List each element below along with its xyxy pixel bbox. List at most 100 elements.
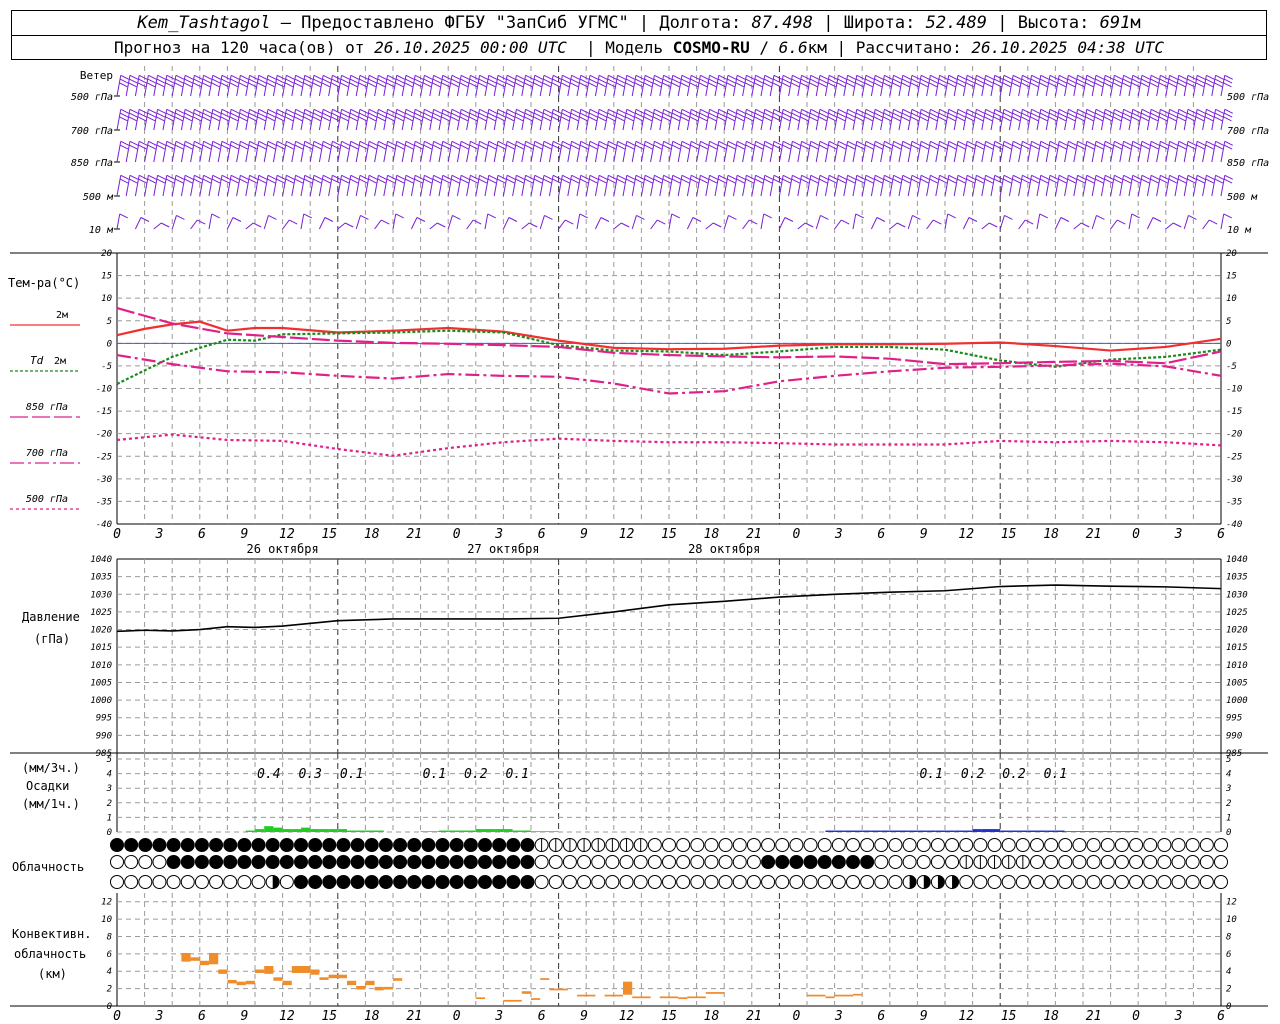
wind-barb-flag [846, 112, 856, 118]
wind-barb-flag [773, 112, 782, 118]
wind-barb-flag [249, 108, 258, 114]
wind-barb-flag [376, 82, 386, 88]
wind-barb-flag [580, 174, 589, 180]
cloud-cover-symbol [930, 838, 945, 852]
temp-ytick: -20 [96, 430, 112, 440]
precip-bar [328, 829, 338, 832]
cloud-cover-symbol [647, 855, 662, 869]
wind-barb-flag [836, 116, 846, 122]
wind-barb-flag [487, 144, 497, 150]
convective-cloud-bar [199, 960, 209, 966]
cloud-circle [562, 875, 577, 889]
wind-barb-flag [800, 112, 810, 118]
wind-barb-flag [257, 112, 267, 118]
wind-barb-flag [321, 82, 331, 88]
wind-barb-flag [1095, 178, 1104, 184]
temp-legend-label: 850 гПа [26, 402, 68, 413]
cloud-cover-symbol [732, 855, 747, 869]
wind-barb-flag [966, 112, 975, 118]
wind-barb-flag [1169, 108, 1178, 114]
cloud-cover-symbol [209, 855, 224, 869]
cloud-cover-symbol [662, 855, 676, 869]
cloud-circle [775, 838, 790, 852]
wind-barb-flag [635, 74, 645, 80]
wind-barb-flag [754, 178, 764, 184]
wind-barb-flag [543, 144, 552, 150]
time-tick-label-bottom: 12 [958, 1009, 974, 1024]
cloud-circle [1100, 838, 1115, 852]
pres-ytick-right: 1035 [1226, 573, 1248, 583]
wind-barb-flag [488, 174, 497, 180]
cloud-cover-symbol [1015, 838, 1030, 852]
cloud-circle [1129, 838, 1144, 852]
day-label: 28 октября [688, 542, 760, 556]
time-tick-label-bottom: 0 [1132, 1009, 1140, 1024]
wind-barb-flag [598, 140, 608, 146]
wind-barb-flag [985, 108, 994, 114]
wind-barb-flag [257, 116, 266, 122]
cloud-cover-symbol [577, 855, 592, 869]
convective-cloud-bar [218, 969, 228, 974]
wind-barb-flag [948, 140, 957, 146]
temp-ytick-right: -40 [1226, 520, 1242, 530]
conv-ytick-right: 8 [1226, 932, 1231, 942]
wind-barb-flag [497, 78, 506, 84]
wind-barb-flag [957, 178, 966, 184]
cloud-circle [435, 875, 450, 889]
wind-barb-flag [377, 112, 386, 118]
wind-barb-flag [1057, 82, 1067, 88]
wind-barb-flag [332, 140, 341, 146]
wind-barb-flag [488, 74, 497, 80]
wind-barb-flag [746, 174, 755, 180]
precip-bar [291, 829, 301, 832]
wind-barb-flag [128, 116, 137, 122]
wind-barb-flag [845, 82, 855, 88]
time-tick-label-bottom: 3 [1174, 1009, 1183, 1024]
wind-barb-flag [948, 108, 957, 114]
wind-barb-flag [469, 78, 478, 84]
pres-ytick: 1030 [90, 590, 112, 600]
cloud-cover-symbol [520, 838, 535, 852]
precip-bar [1037, 830, 1047, 832]
wind-barb-flag [442, 174, 451, 180]
time-tick-label: 3 [155, 527, 164, 542]
wind-barb-flag [1068, 108, 1077, 114]
cloud-circle [110, 838, 124, 852]
wind-barb-flag [616, 112, 626, 118]
wind-barb-flag [424, 174, 433, 180]
wind-barb-flag [525, 174, 534, 180]
cloud-cover-symbol [987, 855, 1002, 869]
wind-barb-flag [404, 82, 413, 88]
convective-cloud-bar [503, 999, 522, 1002]
wind-barb-flag [1214, 78, 1224, 84]
wind-barb-flag [1132, 108, 1141, 114]
wind-barb-flag [1196, 74, 1206, 80]
convective-cloud-bar [310, 969, 320, 975]
wind-barb-flag [257, 82, 266, 88]
wind-barb [1183, 214, 1197, 230]
precip-bar [1000, 830, 1010, 832]
wind-barb-flag [672, 108, 681, 114]
wind-barb-flag [966, 144, 975, 150]
wind-barb-flag [1160, 140, 1169, 146]
wind-barb-flag [322, 112, 331, 118]
conv-title-2: облачность [14, 947, 86, 961]
cloud-circle [520, 855, 535, 869]
wind-barb-staff [116, 75, 122, 97]
wind-barb-flag [1094, 82, 1103, 88]
cloud-cover-symbol [1143, 838, 1158, 852]
wind-barb-flag [303, 116, 312, 122]
wind-barb-flag [184, 74, 194, 80]
wind-barb-staff [208, 213, 213, 230]
wind-barb-flag [175, 174, 185, 180]
wind-barb-flag [1215, 74, 1224, 80]
wind-barb-flag [1150, 74, 1160, 80]
wind-barb-flag [947, 213, 956, 219]
cloud-circle [1199, 855, 1214, 869]
cloud-circle [619, 875, 634, 889]
cloud-cover-symbol [831, 855, 846, 869]
cloud-cover-symbol [294, 838, 308, 852]
wind-barb-flag [712, 222, 722, 228]
cloud-circle [308, 838, 323, 852]
wind-barb-flag [414, 108, 424, 114]
